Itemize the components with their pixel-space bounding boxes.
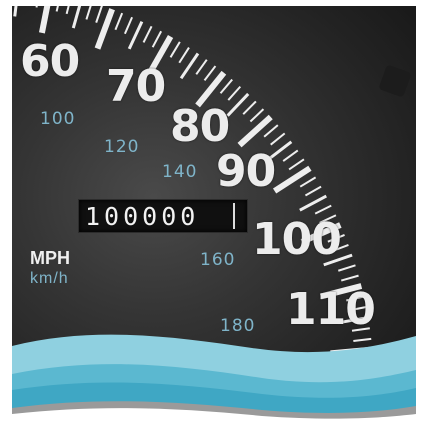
tick-mark	[178, 47, 190, 64]
odometer-reading: 100000	[85, 202, 200, 231]
tick-mark	[203, 65, 217, 82]
tick-mark	[85, 6, 92, 20]
tick-mark	[227, 85, 242, 101]
tick-mark	[282, 149, 299, 162]
tick-mark	[263, 124, 279, 138]
tick-mark	[55, 6, 59, 12]
odometer-divider	[233, 203, 235, 229]
tick-mark	[151, 30, 163, 48]
mph-label-90: 90	[216, 146, 276, 197]
kmh-label-120: 120	[104, 137, 140, 157]
wave-decoration	[12, 334, 416, 430]
tick-mark	[272, 165, 312, 194]
kmh-label-140: 140	[162, 162, 198, 182]
mph-label-70: 70	[106, 61, 166, 112]
tick-mark	[299, 194, 327, 212]
tick-mark	[13, 6, 18, 17]
tick-mark	[127, 21, 144, 50]
tick-mark	[237, 114, 273, 148]
tick-mark	[169, 41, 181, 58]
tick-mark	[288, 158, 305, 171]
speedometer-photo: 60 70 80 90 100 110 100 120 140 160 180 …	[12, 6, 416, 430]
tick-mark	[299, 176, 317, 188]
image-frame: 60 70 80 90 100 110 100 120 140 160 180 …	[0, 0, 425, 434]
tick-mark	[123, 16, 133, 35]
tick-mark	[337, 264, 356, 272]
odometer-display: 100000	[78, 199, 248, 233]
tick-mark	[270, 132, 286, 146]
tick-mark	[304, 185, 322, 197]
tick-mark	[38, 6, 51, 34]
mph-label-60: 60	[20, 36, 80, 87]
tick-mark	[314, 204, 332, 215]
tick-mark	[195, 59, 208, 75]
mph-label-100: 100	[252, 214, 342, 265]
tick-mark	[219, 78, 233, 94]
tick-mark	[249, 108, 265, 123]
mph-label-80: 80	[170, 101, 230, 152]
tick-mark	[71, 6, 82, 29]
tick-mark	[114, 12, 124, 31]
unit-mph-label: MPH	[30, 248, 70, 268]
kmh-label-160: 160	[200, 250, 236, 270]
unit-kmh-label: km/h	[30, 270, 69, 287]
tick-mark	[35, 6, 38, 8]
kmh-label-100: 100	[40, 109, 76, 129]
tick-mark	[142, 25, 153, 43]
tick-mark	[95, 6, 103, 23]
tick-mark	[242, 100, 257, 115]
tick-mark	[65, 6, 70, 15]
tick-mark	[340, 274, 359, 282]
